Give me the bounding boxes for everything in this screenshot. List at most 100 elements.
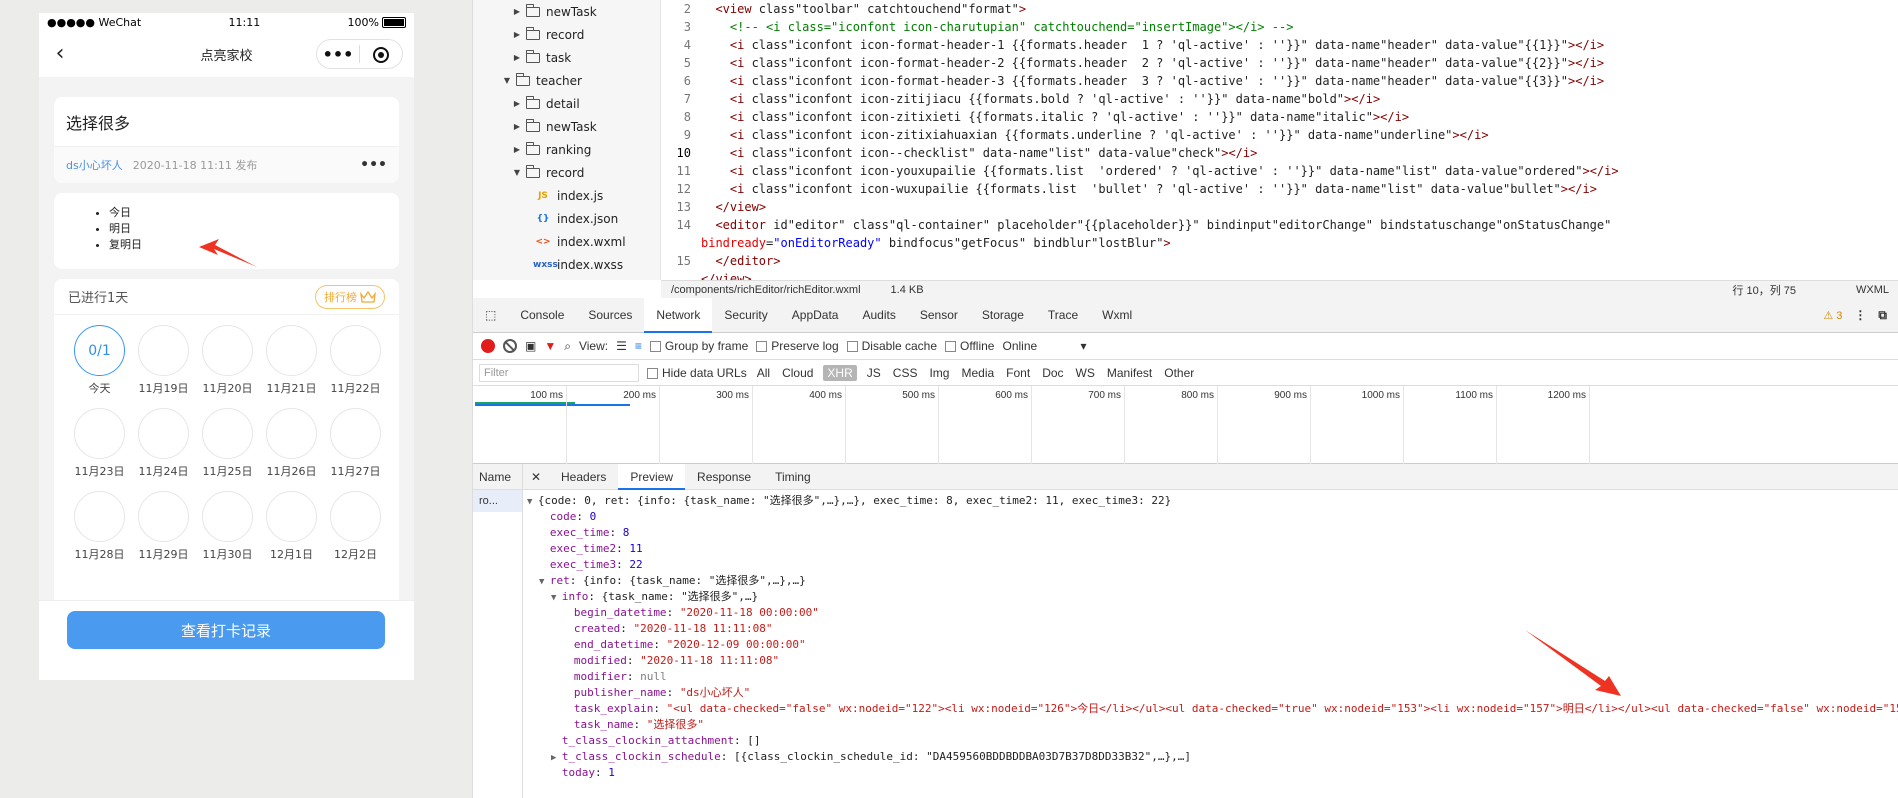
publisher-name[interactable]: ds小心坏人 (66, 157, 123, 173)
filter-type-ws[interactable]: WS (1074, 366, 1097, 380)
day-cell[interactable]: 11月21日 (263, 325, 320, 396)
json-line[interactable]: task_name: "选择很多" (523, 717, 1898, 733)
ranking-button[interactable]: 排行榜 (315, 284, 385, 309)
day-cell[interactable]: 11月19日 (135, 325, 192, 396)
back-icon[interactable]: ‹ (45, 41, 75, 67)
day-cell[interactable]: 11月29日 (135, 491, 192, 562)
tab-preview[interactable]: Preview (618, 463, 686, 490)
tab-sources[interactable]: Sources (576, 298, 644, 333)
day-cell[interactable]: 11月27日 (327, 408, 384, 479)
clear-button[interactable] (503, 339, 517, 353)
throttle-select[interactable]: Online ▾ (1002, 339, 1086, 353)
tree-folder[interactable]: ▶ record (473, 23, 660, 46)
filter-type-js[interactable]: JS (865, 366, 883, 380)
close-icon[interactable]: ✕ (523, 470, 549, 484)
filter-input[interactable]: Filter (479, 363, 639, 382)
json-line[interactable]: created: "2020-11-18 11:11:08" (523, 621, 1898, 637)
request-row[interactable]: ro... (473, 490, 522, 512)
tab-security[interactable]: Security (712, 298, 779, 333)
day-cell[interactable]: 11月23日 (71, 408, 128, 479)
code-editor[interactable]: 2 <view class"toolbar" catchtouchend"for… (661, 0, 1898, 280)
tree-folder[interactable]: ▶ newTask (473, 115, 660, 138)
close-mini-program-button[interactable] (360, 45, 402, 64)
expand-toggle-icon[interactable]: ▼ (551, 593, 562, 603)
filter-type-doc[interactable]: Doc (1040, 366, 1065, 380)
json-line[interactable]: publisher_name: "ds小心坏人" (523, 685, 1898, 701)
day-cell[interactable]: 11月24日 (135, 408, 192, 479)
json-line[interactable]: modified: "2020-11-18 11:11:08" (523, 653, 1898, 669)
tab-network[interactable]: Network (644, 297, 713, 333)
json-line[interactable]: begin_datetime: "2020-11-18 00:00:00" (523, 605, 1898, 621)
tab-wxml[interactable]: Wxml (1090, 298, 1144, 333)
hide-data-urls-checkbox[interactable]: Hide data URLs (647, 366, 747, 380)
json-line[interactable]: task_explain: "<ul data-checked="false" … (523, 701, 1898, 717)
disable-cache-checkbox[interactable]: Disable cache (846, 339, 937, 353)
expand-toggle-icon[interactable]: ▼ (539, 577, 550, 587)
tab-sensor[interactable]: Sensor (908, 298, 970, 333)
json-line[interactable]: exec_time2: 11 (523, 541, 1898, 557)
filter-type-all[interactable]: All (755, 366, 772, 380)
day-cell[interactable]: 11月20日 (199, 325, 256, 396)
warning-badge[interactable]: ⚠ 3 (1823, 309, 1842, 322)
tree-folder[interactable]: ▶ detail (473, 92, 660, 115)
json-line[interactable]: exec_time3: 22 (523, 557, 1898, 573)
waterfall-view-icon[interactable]: ≡ (635, 339, 642, 353)
tree-file[interactable]: {} index.json (473, 207, 660, 230)
list-view-icon[interactable]: ☰ (616, 339, 627, 353)
filter-type-manifest[interactable]: Manifest (1105, 366, 1154, 380)
inspect-icon[interactable]: ⬚ (473, 298, 508, 333)
tree-folder[interactable]: ▼ record (473, 161, 660, 184)
expand-toggle-icon[interactable]: ▼ (527, 497, 538, 507)
filter-type-media[interactable]: Media (959, 366, 996, 380)
tree-file[interactable]: wxss index.wxss (473, 253, 660, 276)
view-checkin-records-button[interactable]: 查看打卡记录 (67, 611, 385, 649)
language-mode[interactable]: WXML (1856, 284, 1889, 296)
tree-folder[interactable]: ▶ newTask (473, 0, 660, 23)
tab-audits[interactable]: Audits (850, 298, 907, 333)
day-cell[interactable]: 11月28日 (71, 491, 128, 562)
json-line[interactable]: t_class_clockin_attachment: [] (523, 733, 1898, 749)
group-by-frame-checkbox[interactable]: Group by frame (649, 339, 748, 353)
tab-storage[interactable]: Storage (970, 298, 1036, 333)
tree-folder[interactable]: ▶task (473, 276, 660, 280)
tab-headers[interactable]: Headers (549, 464, 618, 490)
expand-toggle-icon[interactable]: ▶ (551, 753, 562, 763)
filter-type-css[interactable]: CSS (891, 366, 920, 380)
name-header[interactable]: Name (473, 464, 522, 490)
tree-file[interactable]: <> index.wxml (473, 230, 660, 253)
day-cell[interactable]: 11月26日 (263, 408, 320, 479)
day-cell[interactable]: 11月25日 (199, 408, 256, 479)
camera-icon[interactable]: ▣ (525, 339, 536, 353)
tab-timing[interactable]: Timing (763, 464, 823, 490)
tab-trace[interactable]: Trace (1036, 298, 1090, 333)
json-line[interactable]: exec_time: 8 (523, 525, 1898, 541)
json-line[interactable]: ▼ info: {task_name: "选择很多",…} (523, 589, 1898, 605)
offline-checkbox[interactable]: Offline (945, 339, 994, 353)
filter-type-img[interactable]: Img (927, 366, 951, 380)
tree-file[interactable]: JS index.js (473, 184, 660, 207)
task-more-button[interactable]: ••• (360, 157, 387, 173)
json-line[interactable]: ▼ {code: 0, ret: {info: {task_name: "选择很… (523, 493, 1898, 509)
day-cell[interactable]: 12月1日 (263, 491, 320, 562)
record-button[interactable] (481, 339, 495, 353)
json-line[interactable]: ▶ t_class_clockin_schedule: [{class_cloc… (523, 749, 1898, 765)
day-cell[interactable]: 11月22日 (327, 325, 384, 396)
tab-appdata[interactable]: AppData (780, 298, 851, 333)
filter-type-font[interactable]: Font (1004, 366, 1032, 380)
more-menu-button[interactable]: ••• (317, 45, 359, 64)
filter-type-xhr[interactable]: XHR (823, 364, 857, 381)
preserve-log-checkbox[interactable]: Preserve log (756, 339, 839, 353)
undock-icon[interactable]: ⧉ (1878, 308, 1887, 323)
tab-console[interactable]: Console (508, 298, 576, 333)
json-line[interactable]: modifier: null (523, 669, 1898, 685)
tree-folder[interactable]: ▶task (473, 46, 660, 69)
json-line[interactable]: code: 0 (523, 509, 1898, 525)
day-cell[interactable]: 12月2日 (327, 491, 384, 562)
json-line[interactable]: ▼ ret: {info: {task_name: "选择很多",…},…} (523, 573, 1898, 589)
filter-type-cloud[interactable]: Cloud (780, 366, 815, 380)
search-icon[interactable]: ⌕ (564, 339, 571, 354)
filter-type-other[interactable]: Other (1162, 366, 1196, 380)
filter-icon[interactable]: ▼ (544, 339, 556, 353)
json-line[interactable]: end_datetime: "2020-12-09 00:00:00" (523, 637, 1898, 653)
tree-folder[interactable]: ▼ teacher (473, 69, 660, 92)
